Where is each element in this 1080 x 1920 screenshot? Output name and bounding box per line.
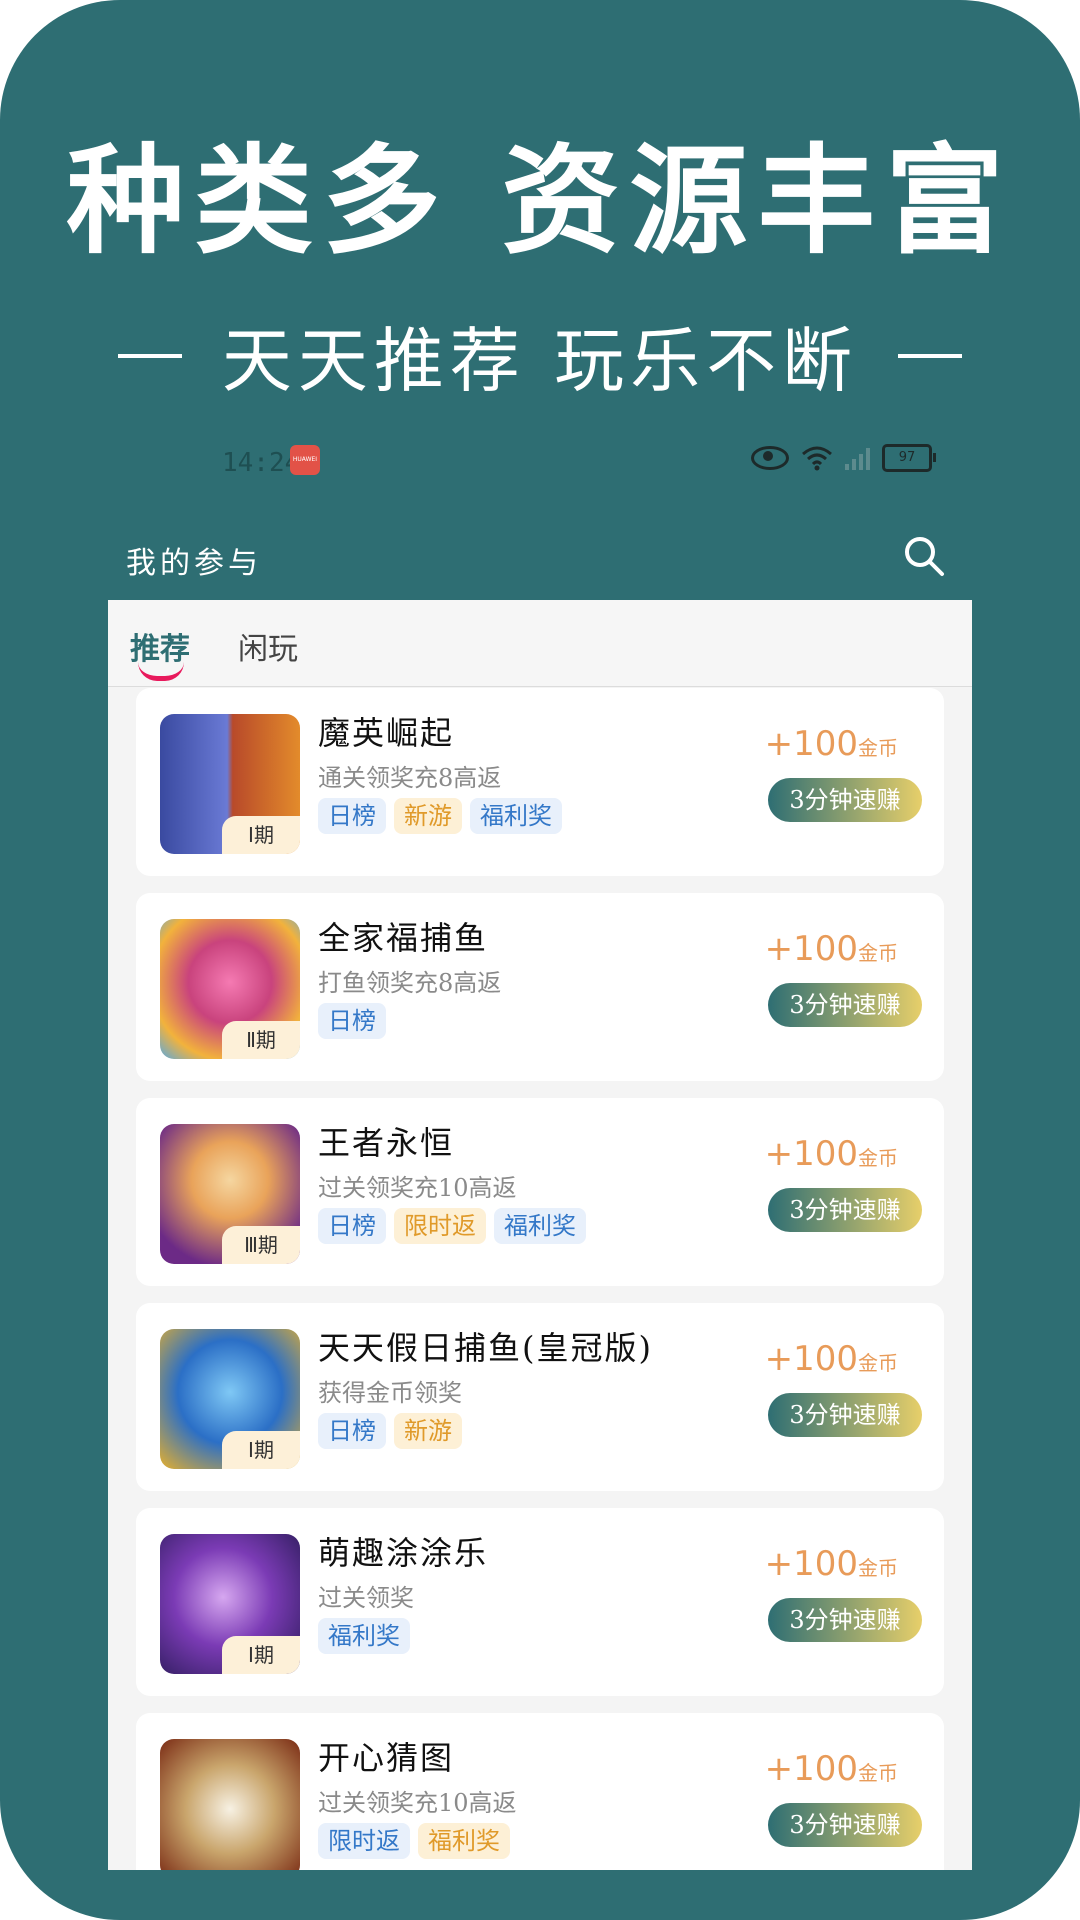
tag: 日榜	[318, 1208, 386, 1244]
reward-text: +100金币	[765, 1544, 898, 1584]
status-bar: 14:24 HUAWEI 97	[108, 408, 972, 518]
reward-text: +100金币	[765, 1749, 898, 1789]
reward-unit: 金币	[858, 1351, 898, 1375]
quick-earn-button[interactable]: 3分钟速赚	[768, 1803, 922, 1847]
battery-icon: 97	[882, 444, 936, 472]
game-thumbnail: Ⅲ期	[160, 1124, 300, 1264]
game-thumbnail: Ⅰ期	[160, 714, 300, 854]
game-description: 过关领奖	[318, 1584, 414, 1612]
wifi-icon	[801, 445, 833, 471]
search-icon[interactable]	[902, 534, 946, 578]
tag: 福利奖	[418, 1823, 510, 1859]
tag-row: 日榜 限时返 福利奖	[318, 1208, 586, 1244]
tag: 日榜	[318, 798, 386, 834]
period-badge: Ⅰ期	[222, 816, 300, 854]
promo-subline-row: 天天推荐 玩乐不断	[0, 305, 1080, 406]
game-description: 获得金币领奖	[318, 1379, 462, 1407]
tag: 日榜	[318, 1413, 386, 1449]
game-card[interactable]: Ⅰ期 魔英崛起 通关领奖充8高返 日榜 新游 福利奖 +100金币 3分钟速赚	[136, 688, 944, 876]
game-name: 全家福捕鱼	[318, 919, 489, 957]
game-thumbnail: Ⅰ期	[160, 1534, 300, 1674]
status-time: 14:24	[222, 448, 301, 478]
game-card[interactable]: Ⅰ期 天天假日捕鱼(皇冠版) 获得金币领奖 日榜 新游 +100金币 3分钟速赚	[136, 1303, 944, 1491]
game-thumbnail: Ⅰ期	[160, 1329, 300, 1469]
quick-earn-button[interactable]: 3分钟速赚	[768, 1598, 922, 1642]
game-description: 过关领奖充10高返	[318, 1174, 517, 1202]
tag: 限时返	[318, 1823, 410, 1859]
reward-unit: 金币	[858, 736, 898, 760]
promo-subline: 天天推荐 玩乐不断	[221, 320, 859, 402]
period-badge: Ⅱ期	[222, 1021, 300, 1059]
tag: 新游	[394, 1413, 462, 1449]
quick-earn-button[interactable]: 3分钟速赚	[768, 983, 922, 1027]
reward-amount: +100	[764, 929, 858, 969]
period-badge: Ⅰ期	[222, 1431, 300, 1469]
game-description: 打鱼领奖充8高返	[318, 969, 502, 997]
game-thumbnail	[160, 1739, 300, 1870]
reward-unit: 金币	[858, 1556, 898, 1580]
game-card[interactable]: Ⅱ期 全家福捕鱼 打鱼领奖充8高返 日榜 +100金币 3分钟速赚	[136, 893, 944, 1081]
game-thumbnail: Ⅱ期	[160, 919, 300, 1059]
tag-row: 日榜	[318, 1003, 386, 1039]
signal-icon	[845, 446, 870, 470]
tag: 限时返	[394, 1208, 486, 1244]
period-badge: Ⅲ期	[222, 1226, 300, 1264]
reward-unit: 金币	[858, 941, 898, 965]
tag: 福利奖	[318, 1618, 410, 1654]
reward-unit: 金币	[858, 1761, 898, 1785]
reward-amount: +100	[764, 1134, 858, 1174]
left-dash	[117, 353, 182, 358]
tag: 日榜	[318, 1003, 386, 1039]
huawei-badge-icon: HUAWEI	[290, 445, 320, 475]
page-title: 我的参与	[126, 546, 262, 581]
app-bar: 我的参与	[108, 518, 972, 600]
reward-amount: +100	[764, 1339, 858, 1379]
tag-row: 日榜 新游 福利奖	[318, 798, 562, 834]
reward-amount: +100	[764, 1544, 858, 1584]
reward-text: +100金币	[765, 724, 898, 764]
quick-earn-button[interactable]: 3分钟速赚	[768, 1393, 922, 1437]
game-name: 萌趣涂涂乐	[318, 1534, 489, 1572]
quick-earn-button[interactable]: 3分钟速赚	[768, 1188, 922, 1232]
tag: 福利奖	[470, 798, 562, 834]
game-card[interactable]: Ⅰ期 萌趣涂涂乐 过关领奖 福利奖 +100金币 3分钟速赚	[136, 1508, 944, 1696]
game-name: 天天假日捕鱼(皇冠版)	[318, 1329, 653, 1367]
reward-text: +100金币	[765, 1339, 898, 1379]
status-icons: 97	[751, 444, 936, 472]
tag-row: 限时返 福利奖	[318, 1823, 510, 1859]
reward-amount: +100	[764, 724, 858, 764]
tab-indicator	[138, 662, 184, 681]
tag: 福利奖	[494, 1208, 586, 1244]
game-description: 通关领奖充8高返	[318, 764, 502, 792]
reward-amount: +100	[764, 1749, 858, 1789]
phone-screen: 14:24 HUAWEI 97 我的参与 推荐 闲玩 Ⅰ期 魔英崛起 通关领奖充…	[108, 408, 972, 1870]
game-name: 王者永恒	[318, 1124, 455, 1162]
tag-row: 日榜 新游	[318, 1413, 462, 1449]
tag: 新游	[394, 798, 462, 834]
period-badge: Ⅰ期	[222, 1636, 300, 1674]
quick-earn-button[interactable]: 3分钟速赚	[768, 778, 922, 822]
game-card[interactable]: Ⅲ期 王者永恒 过关领奖充10高返 日榜 限时返 福利奖 +100金币 3分钟速…	[136, 1098, 944, 1286]
reward-text: +100金币	[765, 929, 898, 969]
right-dash	[898, 353, 963, 358]
game-name: 魔英崛起	[318, 714, 455, 752]
tab-casual[interactable]: 闲玩	[238, 624, 298, 668]
promo-headline: 种类多 资源丰富	[66, 132, 1014, 270]
tag-row: 福利奖	[318, 1618, 410, 1654]
game-card[interactable]: 开心猜图 过关领奖充10高返 限时返 福利奖 +100金币 3分钟速赚	[136, 1713, 944, 1870]
game-description: 过关领奖充10高返	[318, 1789, 517, 1817]
reward-text: +100金币	[765, 1134, 898, 1174]
tab-bar: 推荐 闲玩	[108, 600, 972, 687]
game-name: 开心猜图	[318, 1739, 455, 1777]
eye-icon	[751, 446, 789, 470]
reward-unit: 金币	[858, 1146, 898, 1170]
